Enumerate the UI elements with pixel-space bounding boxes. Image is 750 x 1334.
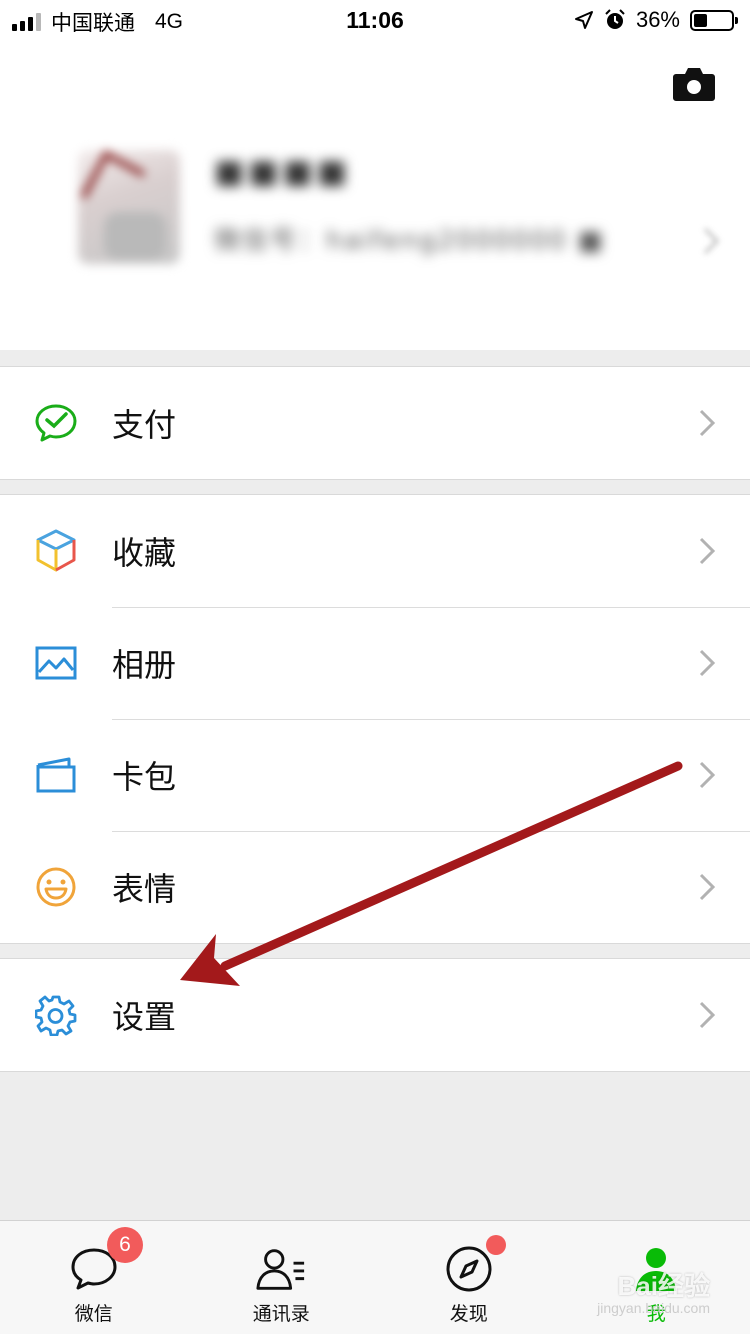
battery-icon [690, 9, 738, 31]
camera-icon[interactable] [672, 66, 716, 102]
baidu-jingyan-watermark: Bai经验 [617, 1271, 710, 1301]
sticker-smile-icon [34, 865, 78, 909]
menu-item-label: 表情 [112, 870, 177, 908]
wechat-pay-icon [34, 401, 78, 445]
battery-percent: 36% [635, 7, 680, 32]
menu-item-settings[interactable]: 设置 [0, 959, 750, 1071]
menu-item-pay[interactable]: 支付 [0, 367, 750, 479]
chevron-right-icon [699, 761, 716, 789]
album-icon [34, 641, 78, 685]
menu-item-label: 支付 [112, 406, 177, 444]
chevron-right-icon [699, 649, 716, 677]
chevron-right-icon [699, 873, 716, 901]
menu-item-favorites[interactable]: 收藏 [0, 495, 750, 607]
chevron-right-icon [703, 227, 720, 255]
unread-badge: 6 [107, 1227, 143, 1263]
menu-item-label: 设置 [112, 998, 177, 1036]
tab-label: 微信 [74, 1303, 113, 1325]
avatar[interactable] [78, 150, 180, 264]
status-bar: 中国联通 4G 11:06 36% [0, 0, 750, 40]
status-right: 36% [574, 7, 738, 33]
tab-label: 发现 [449, 1303, 488, 1325]
tab-label: 通讯录 [252, 1303, 310, 1325]
tab-contacts[interactable]: 通讯录 [188, 1221, 376, 1334]
tab-chats[interactable]: 微信 6 [0, 1221, 188, 1334]
menu-item-album[interactable]: 相册 [0, 607, 750, 719]
menu-item-cards[interactable]: 卡包 [0, 719, 750, 831]
alarm-icon [605, 9, 625, 29]
menu-item-label: 相册 [112, 646, 177, 684]
menu-item-stickers[interactable]: 表情 [0, 831, 750, 943]
card-wallet-icon [34, 753, 78, 797]
new-content-dot [486, 1235, 506, 1255]
watermark-url: jingyan.baidu.com [597, 1300, 710, 1316]
settings-gear-icon [34, 993, 78, 1037]
menu-group-main: 收藏 相册 卡包 表情 [0, 494, 750, 944]
contacts-icon [255, 1243, 307, 1295]
battery-level-fill [694, 13, 707, 27]
profile-wechat-id: 微信号：haifeng2000000 ■ [214, 226, 605, 256]
chevron-right-icon [699, 409, 716, 437]
location-arrow-icon [574, 11, 593, 29]
tab-discover[interactable]: 发现 [375, 1221, 563, 1334]
chevron-right-icon [699, 1001, 716, 1029]
profile-header[interactable]: ■■■■ 微信号：haifeng2000000 ■ [0, 40, 750, 350]
menu-item-label: 卡包 [112, 758, 177, 796]
favorites-cube-icon [34, 529, 78, 573]
chevron-right-icon [699, 537, 716, 565]
menu-group-settings: 设置 [0, 958, 750, 1072]
menu-group-pay: 支付 [0, 366, 750, 480]
profile-nickname: ■■■■ [214, 152, 351, 190]
menu-item-label: 收藏 [112, 534, 177, 572]
